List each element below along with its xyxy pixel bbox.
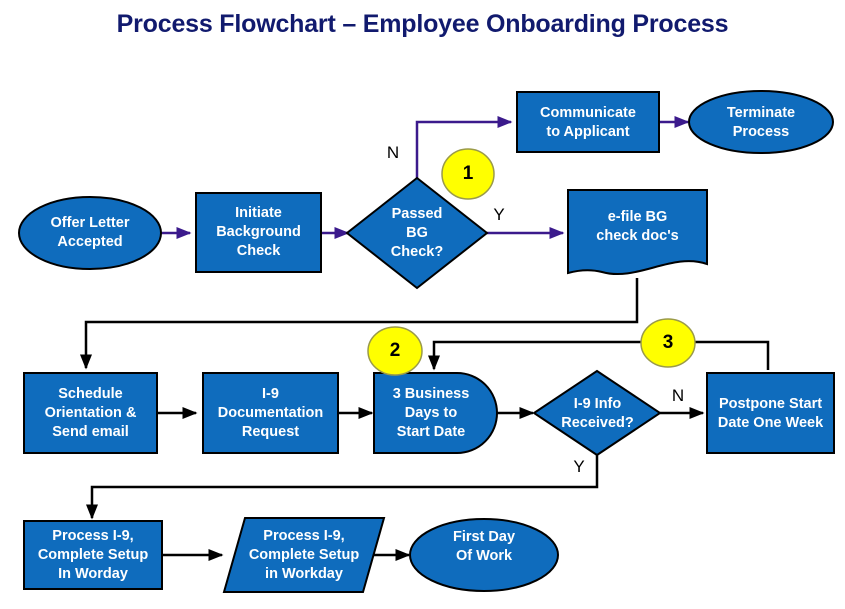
- node-i9-info-received[interactable]: [532, 369, 662, 457]
- node-i9-documentation-request[interactable]: [202, 372, 339, 454]
- node-terminate-process[interactable]: [688, 90, 834, 154]
- node-postpone-start-date[interactable]: [706, 372, 835, 454]
- node-initiate-background-check[interactable]: [195, 192, 322, 273]
- marker-circle-1[interactable]: [441, 148, 495, 200]
- node-process-i9-workday[interactable]: [222, 517, 386, 593]
- edge-postpone-loopback: [428, 340, 770, 371]
- node-process-i9-worday[interactable]: [23, 520, 163, 590]
- node-offer-letter-accepted[interactable]: [18, 196, 162, 270]
- node-schedule-orientation[interactable]: [23, 372, 158, 454]
- node-communicate-to-applicant[interactable]: [516, 91, 660, 153]
- node-efile-bg-check-docs[interactable]: [567, 189, 708, 275]
- node-three-business-days[interactable]: [373, 372, 498, 454]
- edge-efile-to-schedule: [80, 278, 639, 370]
- flowchart-graphics: [18, 90, 835, 593]
- flowchart-canvas: Process Flowchart – Employee Onboarding …: [0, 0, 845, 609]
- edge-i9-yes: [86, 455, 599, 520]
- marker-circle-2[interactable]: [367, 326, 423, 376]
- node-first-day-of-work[interactable]: [409, 518, 559, 592]
- marker-circle-3[interactable]: [640, 318, 696, 368]
